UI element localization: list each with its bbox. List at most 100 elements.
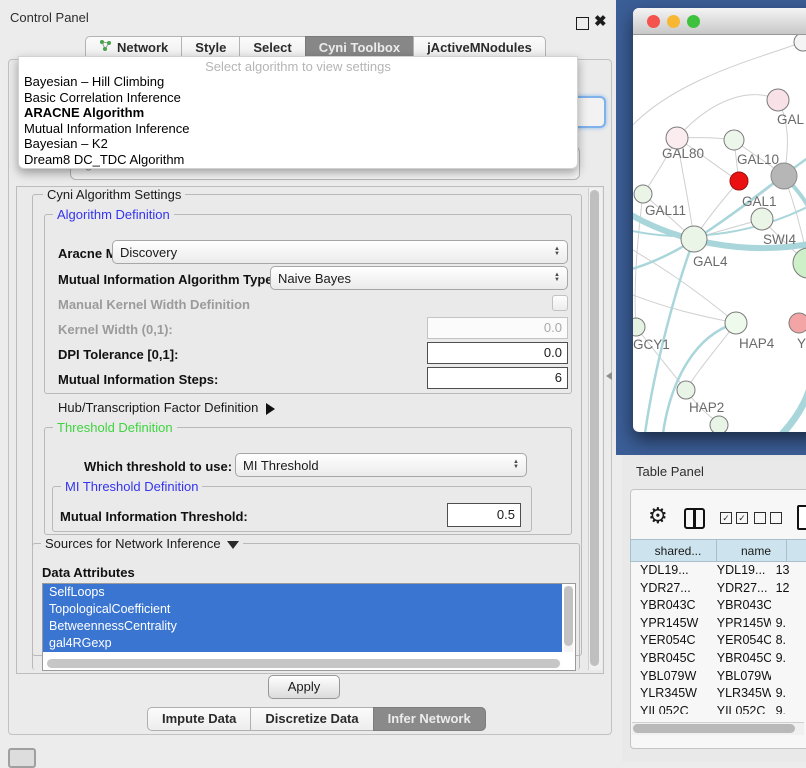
select-all-columns-icon[interactable]: ✓✓ xyxy=(720,512,748,524)
table-cell[interactable]: YLR345W xyxy=(708,685,771,703)
tab-impute-data[interactable]: Impute Data xyxy=(147,707,251,731)
table-cell[interactable] xyxy=(771,597,806,615)
network-edge[interactable] xyxy=(663,323,736,432)
algorithm-option[interactable]: Mutual Information Inference xyxy=(19,121,577,137)
network-window-titlebar[interactable] xyxy=(633,8,806,35)
network-node[interactable] xyxy=(789,313,806,333)
algorithm-option[interactable]: Dream8 DC_TDC Algorithm xyxy=(19,152,577,168)
network-node[interactable] xyxy=(724,130,744,150)
mi-steps-input[interactable]: 6 xyxy=(427,367,568,389)
close-traffic-light-icon[interactable] xyxy=(647,15,660,28)
table-cell[interactable]: YER054C xyxy=(708,632,771,650)
mi-type-select[interactable]: Naive Bayes ▲▼ xyxy=(270,266,568,290)
algorithm-option[interactable]: ARACNE Algorithm xyxy=(19,105,577,121)
network-node[interactable] xyxy=(751,208,773,230)
table-cell[interactable] xyxy=(771,668,806,686)
table-cell[interactable]: YBR043C xyxy=(631,597,708,615)
float-window-icon[interactable] xyxy=(576,17,589,30)
close-icon[interactable]: ✖ xyxy=(594,12,607,30)
zoom-traffic-light-icon[interactable] xyxy=(687,15,700,28)
table-cell[interactable]: 9. xyxy=(771,650,806,668)
attribute-item[interactable]: gal4RGexp xyxy=(43,635,562,652)
network-node[interactable] xyxy=(730,172,748,190)
network-node[interactable] xyxy=(634,185,652,203)
column-header-name[interactable]: name xyxy=(716,539,787,562)
table-row[interactable]: YDL19...YDL19...13 xyxy=(631,562,806,580)
kernel-width-input[interactable]: 0.0 xyxy=(427,317,568,339)
attribute-item[interactable]: TopologicalCoefficient xyxy=(43,601,562,618)
table-cell[interactable]: 13 xyxy=(771,562,806,580)
network-edge[interactable] xyxy=(635,194,643,327)
table-cell[interactable]: YDR27... xyxy=(631,580,708,598)
network-node[interactable] xyxy=(681,226,707,252)
network-view-window[interactable]: GALGAL80GAL10GAL1GAL11SWI4GAL4GCY1HAP4YH… xyxy=(633,8,806,432)
sources-group-title[interactable]: Sources for Network Inference xyxy=(41,536,243,551)
table-horizontal-scrollbar[interactable] xyxy=(632,722,804,735)
table-cell[interactable]: YDL19... xyxy=(708,562,771,580)
table-row[interactable]: YDR27...YDR27...12 xyxy=(631,580,806,598)
network-edge[interactable] xyxy=(686,323,736,390)
aracne-mode-select[interactable]: Discovery ▲▼ xyxy=(112,240,568,264)
table-cell[interactable]: YLR345W xyxy=(631,685,708,703)
network-node[interactable] xyxy=(725,312,747,334)
network-node[interactable] xyxy=(793,248,806,278)
table-cell[interactable]: YBL079W xyxy=(708,668,771,686)
table-cell[interactable]: 9. xyxy=(771,703,806,714)
table-cell[interactable]: YBL079W xyxy=(631,668,708,686)
tab-infer-network[interactable]: Infer Network xyxy=(373,707,486,731)
table-cell[interactable]: YPR145W xyxy=(631,615,708,633)
network-node[interactable] xyxy=(677,381,695,399)
algorithm-option[interactable]: Bayesian – Hill Climbing xyxy=(19,74,577,90)
split-pane-collapse-icon[interactable] xyxy=(606,372,612,380)
table-row[interactable]: YER054CYER054C8. xyxy=(631,632,806,650)
tab-discretize-data[interactable]: Discretize Data xyxy=(250,707,373,731)
network-edge[interactable] xyxy=(633,293,736,323)
gear-icon[interactable]: ⚙ xyxy=(648,503,668,529)
column-layout-icon[interactable] xyxy=(684,508,705,529)
network-edge[interactable] xyxy=(783,370,806,432)
hub-definition-toggle[interactable]: Hub/Transcription Factor Definition xyxy=(58,400,275,415)
attribute-item[interactable]: SelfLoops xyxy=(43,584,562,601)
table-cell[interactable]: YBR045C xyxy=(631,650,708,668)
minimized-panel-icon[interactable] xyxy=(8,748,36,768)
network-node[interactable] xyxy=(710,416,728,432)
table-cell[interactable]: YBR045C xyxy=(708,650,771,668)
table-row[interactable]: YLR345WYLR345W9. xyxy=(631,685,806,703)
deselect-all-columns-icon[interactable] xyxy=(754,512,782,524)
which-threshold-select[interactable]: MI Threshold ▲▼ xyxy=(235,453,527,477)
attributes-horizontal-scrollbar[interactable] xyxy=(45,659,562,669)
mi-threshold-input[interactable]: 0.5 xyxy=(447,503,521,527)
network-edge[interactable] xyxy=(677,95,778,138)
table-cell[interactable]: 8. xyxy=(771,632,806,650)
network-node[interactable] xyxy=(771,163,797,189)
table-cell[interactable]: YBR043C xyxy=(708,597,771,615)
table-cell[interactable]: YDL19... xyxy=(631,562,708,580)
table-cell[interactable]: 9. xyxy=(771,615,806,633)
attributes-vertical-scrollbar[interactable] xyxy=(564,586,573,652)
table-cell[interactable]: YIL052C xyxy=(631,703,708,714)
table-row[interactable]: YBL079WYBL079W xyxy=(631,668,806,686)
algorithm-option[interactable]: Bayesian – K2 xyxy=(19,136,577,152)
column-header-partial[interactable] xyxy=(786,539,806,562)
table-row[interactable]: YBR045CYBR045C9. xyxy=(631,650,806,668)
table-cell[interactable]: 12 xyxy=(771,580,806,598)
network-node[interactable] xyxy=(633,318,645,336)
network-node[interactable] xyxy=(767,89,789,111)
dpi-tolerance-input[interactable]: 0.0 xyxy=(427,342,568,364)
network-node[interactable] xyxy=(794,35,806,51)
table-cell[interactable]: YIL052C xyxy=(708,703,771,714)
manual-kernel-checkbox[interactable] xyxy=(552,295,568,311)
table-cell[interactable]: YDR27... xyxy=(708,580,771,598)
document-icon[interactable] xyxy=(797,505,806,530)
table-cell[interactable]: YER054C xyxy=(631,632,708,650)
minimize-traffic-light-icon[interactable] xyxy=(667,15,680,28)
network-canvas[interactable]: GALGAL80GAL10GAL1GAL11SWI4GAL4GCY1HAP4YH… xyxy=(633,35,806,432)
table-cell[interactable]: YPR145W xyxy=(708,615,771,633)
table-row[interactable]: YBR043CYBR043C xyxy=(631,597,806,615)
table-row[interactable]: YIL052CYIL052C9. xyxy=(631,703,806,714)
apply-button[interactable]: Apply xyxy=(268,675,340,699)
settings-vertical-scrollbar[interactable] xyxy=(588,188,602,670)
attribute-item[interactable]: BetweennessCentrality xyxy=(43,618,562,635)
column-header-shared[interactable]: shared... xyxy=(630,539,717,562)
algorithm-option[interactable]: Basic Correlation Inference xyxy=(19,90,577,106)
